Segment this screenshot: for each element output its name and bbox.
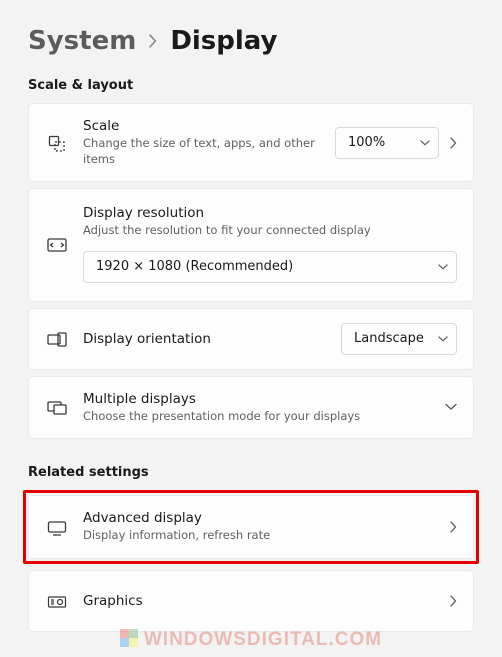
- orientation-dropdown-value: Landscape: [354, 331, 424, 346]
- chevron-down-icon: [438, 262, 448, 272]
- orientation-dropdown[interactable]: Landscape: [341, 323, 457, 355]
- watermark-text: WINDOWSDIGITAL.COM: [144, 629, 382, 650]
- windows-logo-icon: [120, 629, 138, 647]
- breadcrumb-parent[interactable]: System: [28, 26, 136, 56]
- setting-row-scale[interactable]: Scale Change the size of text, apps, and…: [28, 103, 474, 182]
- chevron-right-icon[interactable]: [449, 137, 457, 149]
- section-heading-related: Related settings: [28, 465, 474, 480]
- chevron-down-icon: [420, 138, 430, 148]
- advanced-display-title: Advanced display: [83, 510, 435, 526]
- resolution-subtitle: Adjust the resolution to fit your connec…: [83, 223, 457, 239]
- resolution-dropdown-value: 1920 × 1080 (Recommended): [96, 259, 293, 274]
- resolution-icon: [45, 237, 69, 253]
- scale-subtitle: Change the size of text, apps, and other…: [83, 136, 321, 167]
- graphics-title: Graphics: [83, 593, 435, 609]
- advanced-display-subtitle: Display information, refresh rate: [83, 528, 435, 544]
- multiple-displays-title: Multiple displays: [83, 391, 431, 407]
- setting-row-advanced-display[interactable]: Advanced display Display information, re…: [28, 495, 474, 559]
- setting-row-multiple-displays[interactable]: Multiple displays Choose the presentatio…: [28, 376, 474, 440]
- chevron-down-icon[interactable]: [445, 402, 457, 412]
- setting-row-graphics[interactable]: Graphics: [28, 570, 474, 632]
- monitor-icon: [45, 520, 69, 536]
- section-heading-scale-layout: Scale & layout: [28, 78, 474, 93]
- orientation-title: Display orientation: [83, 331, 327, 347]
- scale-dropdown-value: 100%: [348, 135, 385, 150]
- scale-title: Scale: [83, 118, 321, 134]
- multiple-displays-subtitle: Choose the presentation mode for your di…: [83, 409, 431, 425]
- highlight-annotation: Advanced display Display information, re…: [23, 490, 479, 564]
- chevron-right-icon: [449, 521, 457, 533]
- resolution-title: Display resolution: [83, 205, 457, 221]
- chevron-right-icon: [449, 595, 457, 607]
- scale-icon: [45, 135, 69, 153]
- orientation-icon: [45, 332, 69, 348]
- breadcrumb-current: Display: [170, 26, 277, 56]
- graphics-icon: [45, 594, 69, 610]
- breadcrumb: System Display: [28, 26, 474, 56]
- multiple-displays-icon: [45, 400, 69, 416]
- chevron-down-icon: [438, 334, 448, 344]
- scale-dropdown[interactable]: 100%: [335, 127, 439, 159]
- resolution-dropdown[interactable]: 1920 × 1080 (Recommended): [83, 251, 457, 283]
- setting-row-orientation: Display orientation Landscape: [28, 308, 474, 370]
- chevron-right-icon: [148, 34, 158, 48]
- setting-row-resolution: Display resolution Adjust the resolution…: [28, 188, 474, 302]
